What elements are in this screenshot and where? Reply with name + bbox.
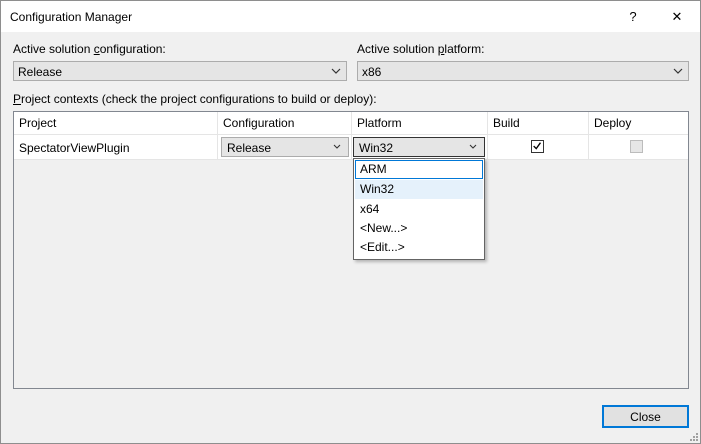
row-configuration-combo[interactable]: Release	[221, 137, 349, 157]
close-button[interactable]: Close	[602, 405, 689, 428]
grid-header: Project Configuration Platform Build Dep…	[14, 112, 688, 135]
row-configuration-value: Release	[227, 141, 272, 155]
active-platform-label: Active solution platform:	[357, 42, 485, 56]
table-row: SpectatorViewPlugin Release Win32	[14, 135, 688, 160]
column-header-build[interactable]: Build	[488, 112, 589, 134]
chevron-down-icon	[469, 144, 477, 149]
project-contexts-grid: Project Configuration Platform Build Dep…	[13, 111, 689, 389]
column-header-project[interactable]: Project	[14, 112, 218, 134]
title-bar: Configuration Manager ? ✕	[1, 1, 700, 32]
dropdown-option-win32[interactable]: Win32	[355, 180, 483, 199]
project-cell: SpectatorViewPlugin	[14, 135, 218, 159]
column-header-deploy[interactable]: Deploy	[589, 112, 688, 134]
platform-dropdown-list: ARM Win32 x64 <New...> <Edit...>	[353, 158, 485, 260]
active-configuration-label: Active solution configuration:	[13, 42, 166, 56]
active-platform-value: x86	[362, 65, 382, 79]
chevron-down-icon	[331, 68, 341, 74]
row-platform-value: Win32	[359, 141, 394, 155]
platform-cell: Win32	[352, 135, 488, 159]
row-platform-combo[interactable]: Win32	[353, 137, 485, 157]
column-header-configuration[interactable]: Configuration	[218, 112, 352, 134]
project-name: SpectatorViewPlugin	[19, 141, 130, 155]
dropdown-option-x64[interactable]: x64	[355, 200, 483, 219]
dropdown-option-arm[interactable]: ARM	[355, 160, 483, 179]
column-header-platform[interactable]: Platform	[352, 112, 488, 134]
dropdown-option-edit[interactable]: <Edit...>	[355, 238, 483, 257]
window-close-button[interactable]: ✕	[655, 1, 699, 32]
active-configuration-combo[interactable]: Release	[13, 61, 347, 81]
help-icon: ?	[629, 9, 637, 24]
help-button[interactable]: ?	[611, 1, 655, 32]
chevron-down-icon	[333, 144, 341, 149]
close-icon: ✕	[671, 8, 683, 24]
chevron-down-icon	[673, 68, 683, 74]
active-platform-combo[interactable]: x86	[357, 61, 689, 81]
deploy-checkbox	[630, 140, 643, 153]
configuration-manager-dialog: Configuration Manager ? ✕ Active solutio…	[0, 0, 701, 444]
checkmark-icon	[533, 142, 542, 150]
configuration-cell: Release	[218, 135, 352, 159]
build-cell	[488, 135, 589, 159]
active-configuration-value: Release	[18, 65, 63, 79]
build-checkbox[interactable]	[531, 140, 544, 153]
dropdown-option-new[interactable]: <New...>	[355, 219, 483, 238]
window-title: Configuration Manager	[10, 10, 133, 24]
project-contexts-label: Project contexts (check the project conf…	[13, 92, 377, 106]
deploy-cell	[589, 135, 688, 159]
resize-grip-icon[interactable]	[688, 431, 698, 441]
